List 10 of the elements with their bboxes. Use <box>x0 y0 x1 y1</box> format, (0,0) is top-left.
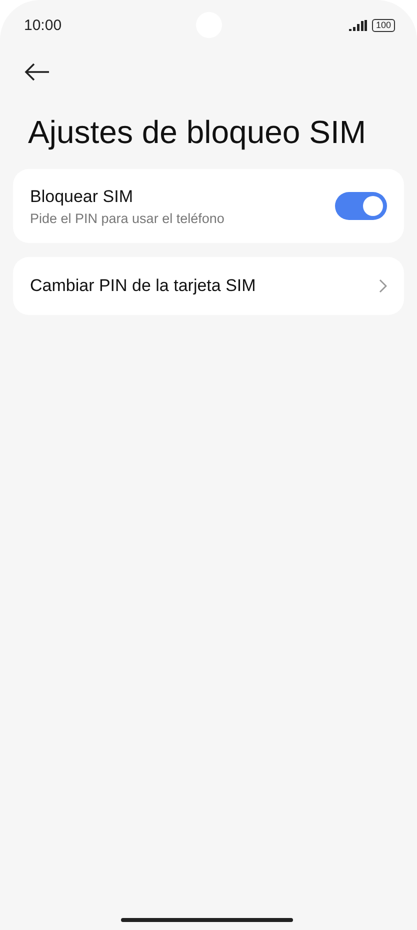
battery-level: 100 <box>372 18 395 32</box>
setting-card[interactable]: Cambiar PIN de la tarjeta SIM <box>13 257 404 315</box>
setting-label: Cambiar PIN de la tarjeta SIM <box>30 276 257 296</box>
setting-label: Bloquear SIM <box>30 186 134 206</box>
toggle-switch[interactable] <box>335 192 387 220</box>
page-title: Ajustes de bloqueo SIM <box>28 114 367 151</box>
setting-summary: Pide el PIN para usar el teléfono <box>30 210 226 226</box>
status-time: 10:00 <box>24 16 62 34</box>
signal-icon <box>348 20 367 30</box>
chevron-right-icon <box>379 279 387 293</box>
